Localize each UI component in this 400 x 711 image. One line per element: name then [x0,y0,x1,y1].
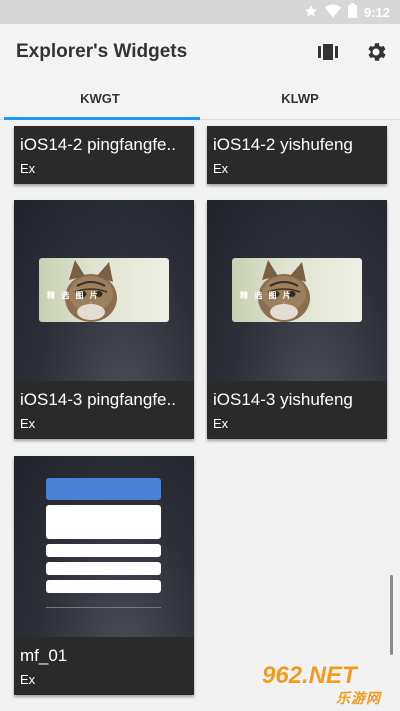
widget-card[interactable]: iOS14-2 pingfangfe.. Ex [14,126,194,184]
battery-icon [347,3,357,21]
cat-photo: 精 选 图 片 [39,258,169,322]
mockup-row [46,562,161,575]
mockup-footer [46,600,161,608]
status-time: 9:12 [363,4,390,20]
widget-preview: 精 选 图 片 [207,200,387,381]
scrollbar[interactable] [390,575,393,655]
tab-indicator [4,117,200,120]
photo-label: 精 选 图 片 [47,291,100,300]
widget-author: Ex [20,672,36,687]
widget-title: mf_01 [20,646,68,665]
watermark-bottom: 乐游网 [336,690,381,706]
wifi-icon [324,3,341,21]
widget-card[interactable]: 精 选 图 片 iOS14-3 pingfangfe.. Ex [14,200,194,439]
app-bar: Explorer's Widgets [0,24,400,80]
status-icons: 9:12 [304,3,390,21]
watermark-top: 962.NET [262,662,357,689]
star-icon [304,4,318,21]
widget-author: Ex [213,161,229,176]
widget-author: Ex [20,161,36,176]
mockup-row [46,544,161,557]
widget-preview [14,456,194,637]
widget-grid: iOS14-2 pingfangfe.. Ex iOS14-2 yishufen… [0,121,400,711]
watermark-logo: 962.NET 乐游网 [262,662,392,706]
card-footer: mf_01 Ex [14,637,194,695]
widget-card[interactable]: 精 选 图 片 iOS14-3 yishufeng Ex [207,200,387,439]
card-footer: iOS14-3 pingfangfe.. Ex [14,381,194,439]
view-carousel-icon[interactable] [316,40,340,64]
settings-gear-icon[interactable] [364,40,388,64]
app-title: Explorer's Widgets [16,41,188,62]
widget-mockup [46,478,161,618]
card-footer: iOS14-2 yishufeng Ex [207,126,387,184]
mockup-row [46,580,161,593]
tab-kwgt[interactable]: KWGT [0,80,200,120]
widget-title: iOS14-2 yishufeng [213,135,353,154]
widget-preview: 精 选 图 片 [14,200,194,381]
tab-bar: KWGT KLWP [0,80,400,120]
card-footer: iOS14-2 pingfangfe.. Ex [14,126,194,184]
cat-photo: 精 选 图 片 [232,258,362,322]
widget-title: iOS14-2 pingfangfe.. [20,135,176,154]
photo-label: 精 选 图 片 [240,291,293,300]
status-bar: 9:12 [0,0,400,24]
widget-title: iOS14-3 pingfangfe.. [20,390,176,409]
widget-author: Ex [213,416,229,431]
widget-card[interactable]: mf_01 Ex [14,456,194,695]
tab-klwp[interactable]: KLWP [200,80,400,120]
widget-card[interactable]: iOS14-2 yishufeng Ex [207,126,387,184]
widget-author: Ex [20,416,36,431]
mockup-header [46,478,161,500]
mockup-music [46,505,161,539]
card-footer: iOS14-3 yishufeng Ex [207,381,387,439]
widget-title: iOS14-3 yishufeng [213,390,353,409]
